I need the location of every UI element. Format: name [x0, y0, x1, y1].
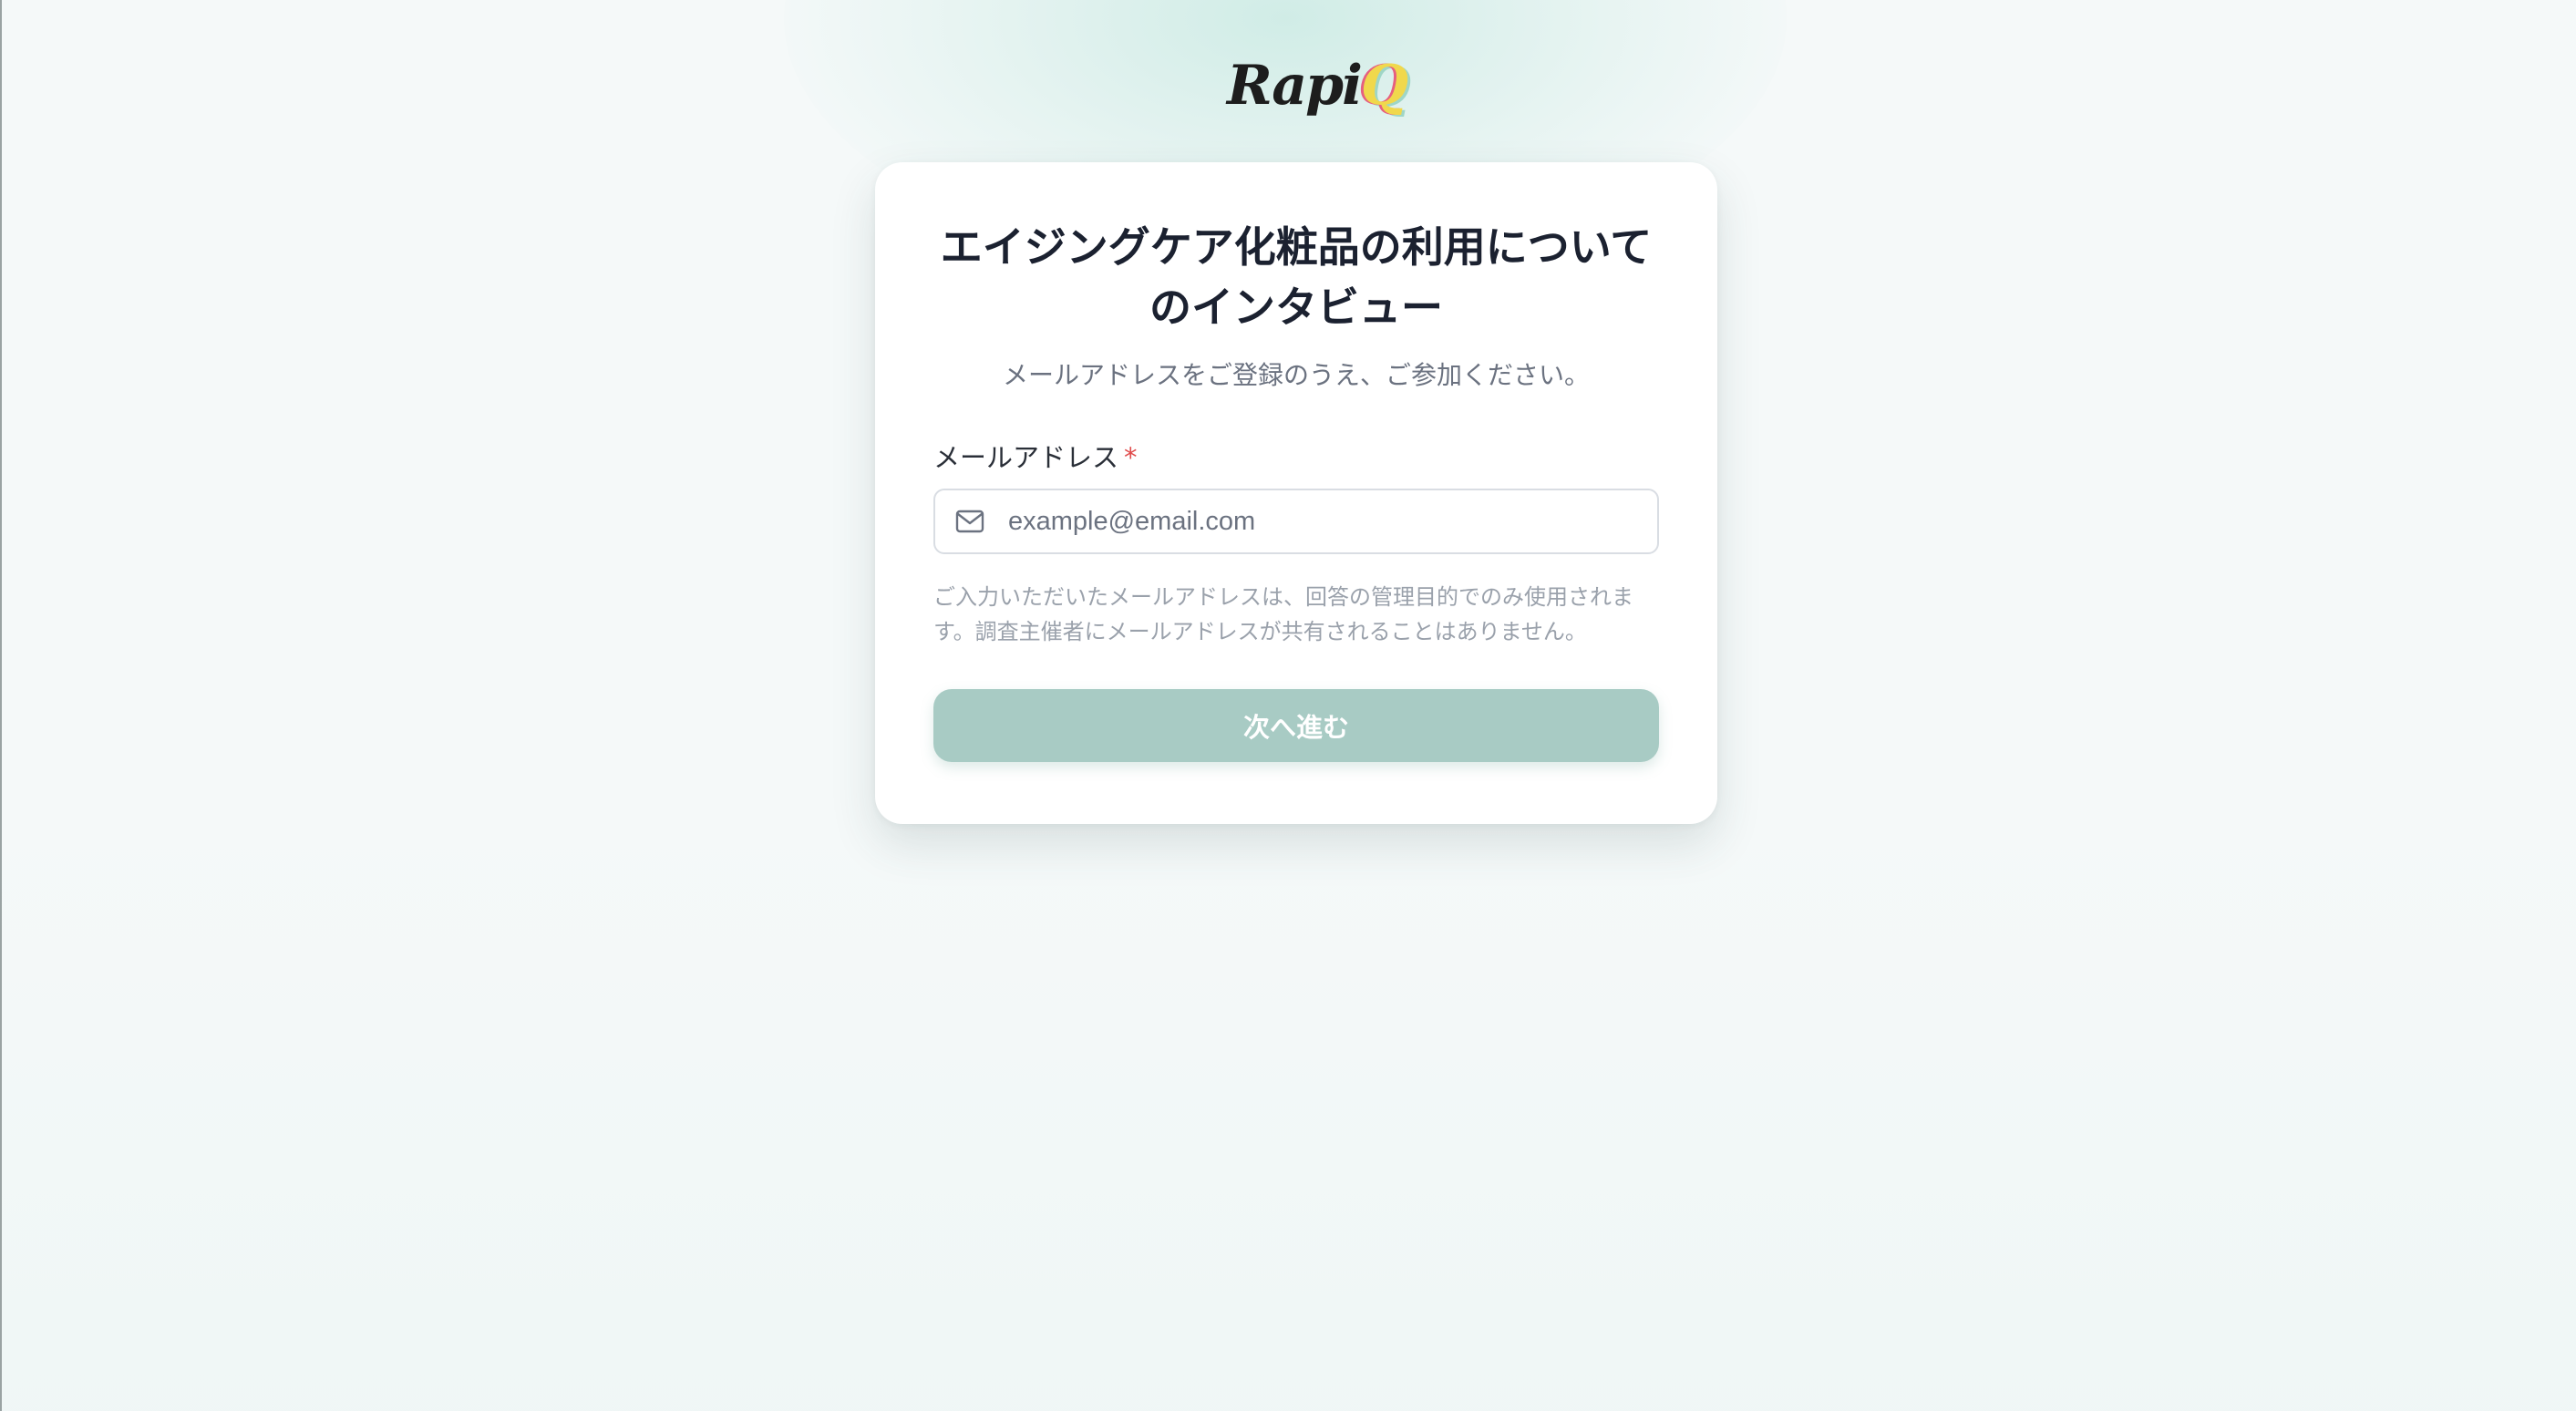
- logo-mark: Q: [1360, 54, 1408, 118]
- background-fade: [0, 820, 2576, 1411]
- required-indicator: *: [1124, 442, 1138, 473]
- window-edge: [0, 0, 2, 1411]
- survey-subtitle: メールアドレスをご登録のうえ、ご参加ください。: [1002, 360, 1590, 390]
- next-button[interactable]: 次へ進む: [933, 689, 1659, 762]
- email-input[interactable]: [1008, 506, 1646, 537]
- signup-card: エイジングケア化粧品の利用についてのインタビュー メールアドレスをご登録のうえ、…: [875, 162, 1717, 824]
- email-field-wrapper[interactable]: [933, 489, 1659, 554]
- rapiq-logo: RapiQ: [1227, 47, 1408, 124]
- privacy-note: ご入力いただいたメールアドレスは、回答の管理目的でのみ使用されます。調査主催者に…: [933, 584, 1633, 644]
- survey-title: エイジングケア化粧品の利用についてのインタビュー: [940, 222, 1653, 332]
- email-label: メールアドレス *: [933, 439, 1659, 476]
- mail-icon: [955, 510, 984, 533]
- email-label-text: メールアドレス: [933, 442, 1119, 473]
- logo-text: Rapi: [1227, 54, 1363, 118]
